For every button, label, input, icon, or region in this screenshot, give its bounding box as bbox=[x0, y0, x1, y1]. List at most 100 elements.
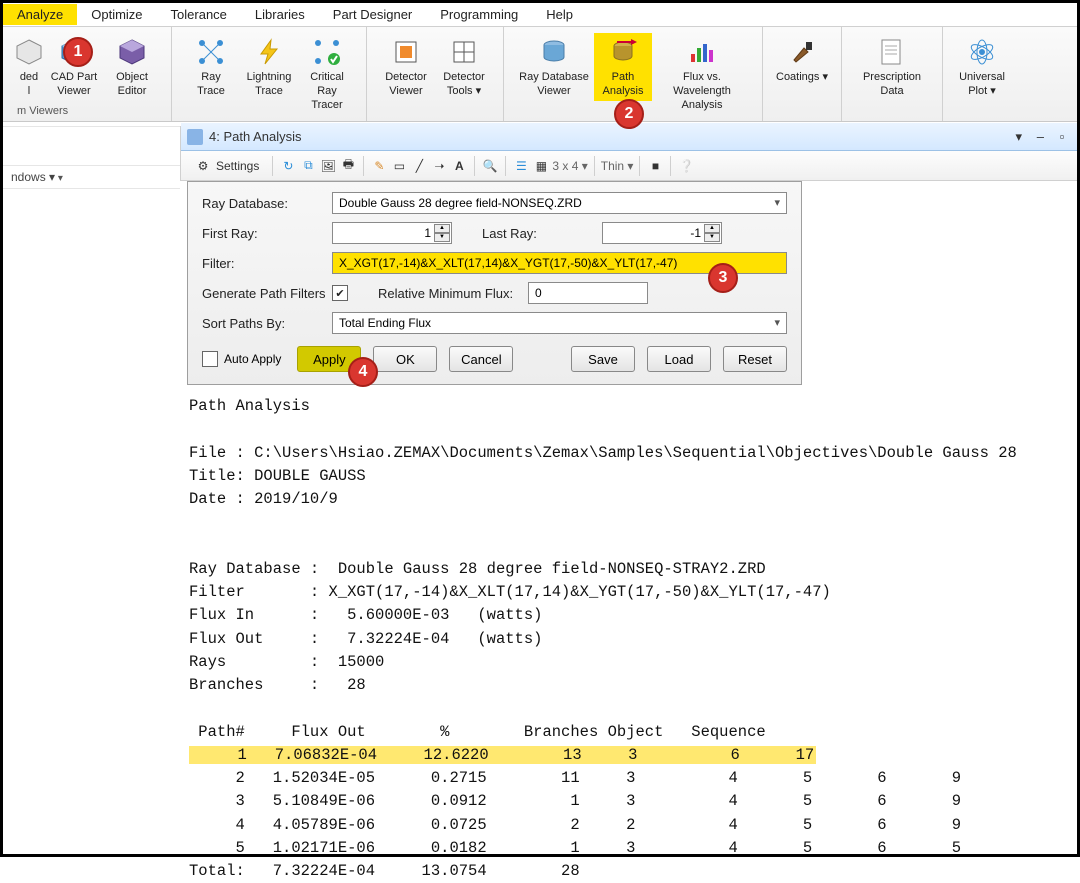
rel-min-flux-input[interactable]: 0 bbox=[528, 282, 648, 304]
menu-analyze[interactable]: Analyze bbox=[3, 4, 77, 25]
menu-libraries[interactable]: Libraries bbox=[241, 4, 319, 25]
menu-help[interactable]: Help bbox=[532, 4, 587, 25]
ribbon-label: Lightning bbox=[247, 71, 292, 85]
menu-part-designer[interactable]: Part Designer bbox=[319, 4, 426, 25]
ribbon-label: Tools ▾ bbox=[447, 85, 481, 99]
output-text: Path Analysis File : C:\Users\Hsiao.ZEMA… bbox=[181, 385, 1077, 883]
ribbon-label: Editor bbox=[118, 85, 147, 99]
cancel-button[interactable]: Cancel bbox=[449, 346, 513, 372]
save-image-icon[interactable]: 🖼 bbox=[319, 157, 337, 175]
window-title: 4: Path Analysis bbox=[209, 129, 302, 144]
align-icon[interactable]: ☰ bbox=[512, 157, 530, 175]
ribbon-ray-database-viewer[interactable]: Ray Database Viewer bbox=[514, 33, 594, 101]
ribbon-label: Detector bbox=[443, 71, 485, 85]
rectangle-icon[interactable]: ▭ bbox=[390, 157, 408, 175]
sort-value: Total Ending Flux bbox=[339, 316, 431, 330]
callout-1: 1 bbox=[63, 37, 93, 67]
grid-size[interactable]: 3 x 4 ▾ bbox=[552, 159, 587, 173]
window-dropdown-icon[interactable]: ▾ bbox=[1010, 129, 1028, 145]
first-ray-label: First Ray: bbox=[202, 226, 332, 241]
spinner-icon[interactable]: ▲▼ bbox=[434, 224, 450, 242]
ribbon-label: Trace bbox=[255, 85, 283, 99]
ray-database-select[interactable]: Double Gauss 28 degree field-NONSEQ.ZRD bbox=[332, 192, 787, 214]
first-ray-input[interactable]: 1 ▲▼ bbox=[332, 222, 452, 244]
auto-apply-checkbox[interactable] bbox=[202, 351, 218, 367]
ribbon-label: Ray bbox=[201, 71, 221, 85]
ribbon-label: Path bbox=[612, 71, 635, 85]
ribbon-shaded-model[interactable]: ded l bbox=[13, 33, 45, 101]
ribbon-ray-trace[interactable]: Ray Trace bbox=[182, 33, 240, 101]
ribbon-label: Object bbox=[116, 71, 148, 85]
cube-purple-icon bbox=[115, 35, 149, 69]
refresh-icon[interactable]: ↻ bbox=[279, 157, 297, 175]
ribbon-label: ded bbox=[20, 71, 38, 85]
ribbon-detector-tools[interactable]: Detector Tools ▾ bbox=[435, 33, 493, 101]
ribbon-label: Universal bbox=[959, 71, 1005, 85]
window-restore-icon[interactable]: ▫ bbox=[1053, 129, 1071, 144]
ribbon-object-editor[interactable]: Object Editor bbox=[103, 33, 161, 101]
ribbon-prescription-data[interactable]: Prescription Data bbox=[852, 33, 932, 101]
load-button[interactable]: Load bbox=[647, 346, 711, 372]
last-ray-input[interactable]: -1 ▲▼ bbox=[602, 222, 722, 244]
database-icon bbox=[537, 35, 571, 69]
ribbon-label: Analysis bbox=[603, 85, 644, 99]
menu-tolerance[interactable]: Tolerance bbox=[157, 4, 241, 25]
menu-bar: Analyze Optimize Tolerance Libraries Par… bbox=[3, 3, 1077, 27]
settings-button[interactable]: ⚙ Settings bbox=[187, 153, 266, 179]
sort-select[interactable]: Total Ending Flux bbox=[332, 312, 787, 334]
toolbar: ⚙ Settings ↻ ⧉ 🖼 🖶 ✎ ▭ ╱ ➝ A 🔍 ☰ ▦ 3 x 4… bbox=[181, 151, 1077, 181]
ribbon-label: Detector bbox=[385, 71, 427, 85]
auto-apply-label: Auto Apply bbox=[224, 352, 281, 366]
cube-blue-icon bbox=[12, 35, 46, 69]
stop-icon[interactable]: ■ bbox=[646, 157, 664, 175]
ribbon-flux-vs-wavelength[interactable]: Flux vs. Wavelength Analysis bbox=[652, 33, 752, 114]
window-minimize-icon[interactable]: – bbox=[1031, 129, 1049, 144]
rel-min-flux-value: 0 bbox=[535, 286, 542, 300]
ribbon-label: Viewer bbox=[537, 85, 570, 99]
filter-label: Filter: bbox=[202, 256, 332, 271]
brush-icon bbox=[785, 35, 819, 69]
ribbon-universal-plot[interactable]: Universal Plot ▾ bbox=[953, 33, 1011, 101]
spinner-icon[interactable]: ▲▼ bbox=[704, 224, 720, 242]
ok-button[interactable]: OK bbox=[373, 346, 437, 372]
ribbon-label: Plot ▾ bbox=[968, 85, 996, 99]
line-icon[interactable]: ╱ bbox=[410, 157, 428, 175]
ray-database-label: Ray Database: bbox=[202, 196, 332, 211]
pencil-icon[interactable]: ✎ bbox=[370, 157, 388, 175]
zoom-icon[interactable]: 🔍 bbox=[481, 157, 499, 175]
path-analysis-icon bbox=[606, 35, 640, 69]
ribbon-group-label: m Viewers bbox=[13, 101, 68, 117]
menu-programming[interactable]: Programming bbox=[426, 4, 532, 25]
ribbon-path-analysis[interactable]: Path Analysis bbox=[594, 33, 652, 101]
ribbon-lightning-trace[interactable]: Lightning Trace bbox=[240, 33, 298, 101]
callout-2: 2 bbox=[614, 99, 644, 129]
gen-filters-checkbox[interactable]: ✔ bbox=[332, 285, 348, 301]
filter-value: X_XGT(17,-14)&X_XLT(17,14)&X_YGT(17,-50)… bbox=[339, 256, 677, 270]
save-button[interactable]: Save bbox=[571, 346, 635, 372]
help-icon[interactable]: ❔ bbox=[677, 157, 695, 175]
first-ray-value: 1 bbox=[339, 226, 431, 240]
rel-min-flux-label: Relative Minimum Flux: bbox=[348, 286, 528, 301]
side-windows-group[interactable]: ndows ▾ bbox=[3, 166, 180, 189]
reset-button[interactable]: Reset bbox=[723, 346, 787, 372]
copy-icon[interactable]: ⧉ bbox=[299, 157, 317, 175]
ribbon-critical-ray-tracer[interactable]: Critical Ray Tracer bbox=[298, 33, 356, 114]
ribbon-label: Tracer bbox=[311, 99, 342, 113]
grid-icon[interactable]: ▦ bbox=[532, 157, 550, 175]
callout-3: 3 bbox=[708, 263, 738, 293]
ribbon-detector-viewer[interactable]: Detector Viewer bbox=[377, 33, 435, 101]
lightning-icon bbox=[252, 35, 286, 69]
print-icon[interactable]: 🖶 bbox=[339, 157, 357, 175]
ribbon-coatings[interactable]: Coatings ▾ bbox=[773, 33, 831, 87]
callout-4: 4 bbox=[348, 357, 378, 387]
line-weight[interactable]: Thin ▾ bbox=[601, 159, 634, 173]
path-analysis-window: 4: Path Analysis ▾ – ▫ ⚙ Settings ↻ ⧉ 🖼 … bbox=[181, 123, 1077, 854]
menu-optimize[interactable]: Optimize bbox=[77, 4, 156, 25]
ribbon-label: Viewer bbox=[389, 85, 422, 99]
arrow-icon[interactable]: ➝ bbox=[430, 157, 448, 175]
ribbon-label: Prescription bbox=[863, 71, 921, 85]
text-tool-icon[interactable]: A bbox=[450, 157, 468, 175]
critical-ray-icon bbox=[310, 35, 344, 69]
ribbon-label: Trace bbox=[197, 85, 225, 99]
ribbon: ded l CAD Part Viewer Object Editor m Vi… bbox=[3, 27, 1077, 122]
